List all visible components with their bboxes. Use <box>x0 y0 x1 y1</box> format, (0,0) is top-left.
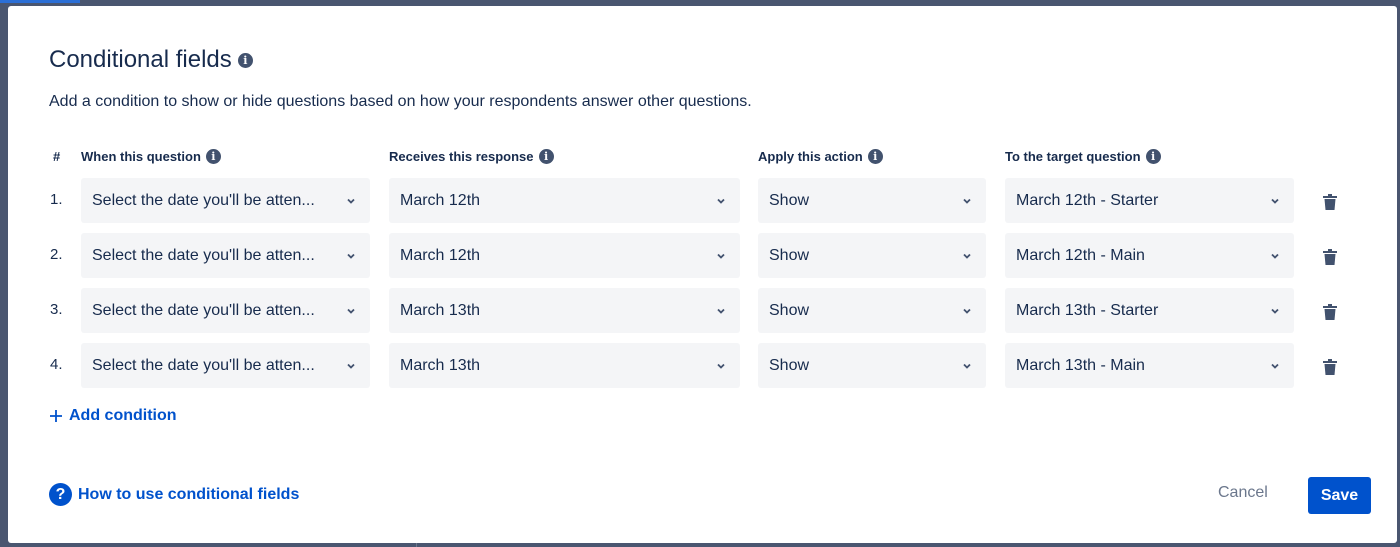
column-header-question-label: When this question <box>81 149 201 164</box>
info-icon[interactable]: i <box>205 149 221 164</box>
response-select-value: March 13th <box>400 356 481 374</box>
action-select[interactable]: Show <box>758 233 986 278</box>
chevron-down-icon <box>347 363 355 369</box>
column-header-action: Apply this action i <box>758 149 883 164</box>
column-header-action-label: Apply this action <box>758 149 863 164</box>
target-select-value: March 12th - Starter <box>1016 191 1159 209</box>
modal-title: Conditional fields i <box>49 46 253 74</box>
response-select[interactable]: March 12th <box>389 178 740 223</box>
action-select-value: Show <box>769 191 810 209</box>
action-select[interactable]: Show <box>758 178 986 223</box>
question-select-value: Select the date you'll be atten... <box>92 356 315 374</box>
question-select[interactable]: Select the date you'll be atten... <box>81 343 370 388</box>
target-select-value: March 12th - Main <box>1016 246 1145 264</box>
column-header-target-label: To the target question <box>1005 149 1141 164</box>
chevron-down-icon <box>347 308 355 314</box>
column-header-num-label: # <box>53 149 61 164</box>
question-select[interactable]: Select the date you'll be atten... <box>81 178 370 223</box>
row-number: 4. <box>50 356 63 373</box>
plus-icon <box>50 410 62 422</box>
action-select[interactable]: Show <box>758 288 986 333</box>
background-tab <box>0 0 80 3</box>
info-icon[interactable]: i <box>237 52 253 68</box>
target-select[interactable]: March 12th - Starter <box>1005 178 1294 223</box>
target-select-value: March 13th - Main <box>1016 356 1145 374</box>
modal-description: Add a condition to show or hide question… <box>49 93 752 110</box>
column-header-response: Receives this response i <box>389 149 554 164</box>
trash-icon <box>1323 194 1337 214</box>
response-select[interactable]: March 13th <box>389 343 740 388</box>
help-link[interactable]: ? How to use conditional fields <box>49 483 299 506</box>
delete-condition-button[interactable] <box>1323 304 1337 320</box>
save-button[interactable]: Save <box>1308 477 1371 514</box>
target-select[interactable]: March 12th - Main <box>1005 233 1294 278</box>
question-select[interactable]: Select the date you'll be atten... <box>81 233 370 278</box>
action-select-value: Show <box>769 356 810 374</box>
chevron-down-icon <box>1271 198 1279 204</box>
question-select[interactable]: Select the date you'll be atten... <box>81 288 370 333</box>
question-circle-icon: ? <box>49 483 72 506</box>
chevron-down-icon <box>963 308 971 314</box>
response-select-value: March 12th <box>400 246 481 264</box>
info-icon[interactable]: i <box>867 149 883 164</box>
target-select[interactable]: March 13th - Main <box>1005 343 1294 388</box>
response-select-value: March 13th <box>400 301 481 319</box>
question-select-value: Select the date you'll be atten... <box>92 301 315 319</box>
response-select-value: March 12th <box>400 191 481 209</box>
column-header-num: # <box>53 149 60 164</box>
column-header-question: When this question i <box>81 149 221 164</box>
question-select-value: Select the date you'll be atten... <box>92 191 315 209</box>
question-select-value: Select the date you'll be atten... <box>92 246 315 264</box>
delete-condition-button[interactable] <box>1323 249 1337 265</box>
chevron-down-icon <box>963 363 971 369</box>
delete-condition-button[interactable] <box>1323 194 1337 210</box>
conditional-fields-modal: Conditional fields i Add a condition to … <box>8 6 1397 543</box>
response-select[interactable]: March 12th <box>389 233 740 278</box>
delete-condition-button[interactable] <box>1323 359 1337 375</box>
action-select-value: Show <box>769 301 810 319</box>
add-condition-button[interactable]: Add condition <box>49 407 177 425</box>
chevron-down-icon <box>717 198 725 204</box>
target-select[interactable]: March 13th - Starter <box>1005 288 1294 333</box>
row-number: 1. <box>50 191 63 208</box>
trash-icon <box>1323 249 1337 269</box>
action-select-value: Show <box>769 246 810 264</box>
chevron-down-icon <box>347 198 355 204</box>
chevron-down-icon <box>1271 363 1279 369</box>
row-number: 2. <box>50 246 63 263</box>
column-header-response-label: Receives this response <box>389 149 534 164</box>
cancel-button[interactable]: Cancel <box>1218 484 1268 502</box>
info-icon[interactable]: i <box>538 149 554 164</box>
column-header-target: To the target question i <box>1005 149 1161 164</box>
modal-title-text: Conditional fields <box>49 46 232 73</box>
response-select[interactable]: March 13th <box>389 288 740 333</box>
trash-icon <box>1323 359 1337 379</box>
chevron-down-icon <box>717 253 725 259</box>
info-icon[interactable]: i <box>1145 149 1161 164</box>
help-link-label: How to use conditional fields <box>78 485 300 503</box>
row-number: 3. <box>50 301 63 318</box>
chevron-down-icon <box>963 253 971 259</box>
chevron-down-icon <box>347 253 355 259</box>
add-condition-label: Add condition <box>69 407 177 424</box>
target-select-value: March 13th - Starter <box>1016 301 1159 319</box>
trash-icon <box>1323 304 1337 324</box>
chevron-down-icon <box>1271 253 1279 259</box>
chevron-down-icon <box>717 308 725 314</box>
action-select[interactable]: Show <box>758 343 986 388</box>
chevron-down-icon <box>1271 308 1279 314</box>
chevron-down-icon <box>963 198 971 204</box>
chevron-down-icon <box>717 363 725 369</box>
